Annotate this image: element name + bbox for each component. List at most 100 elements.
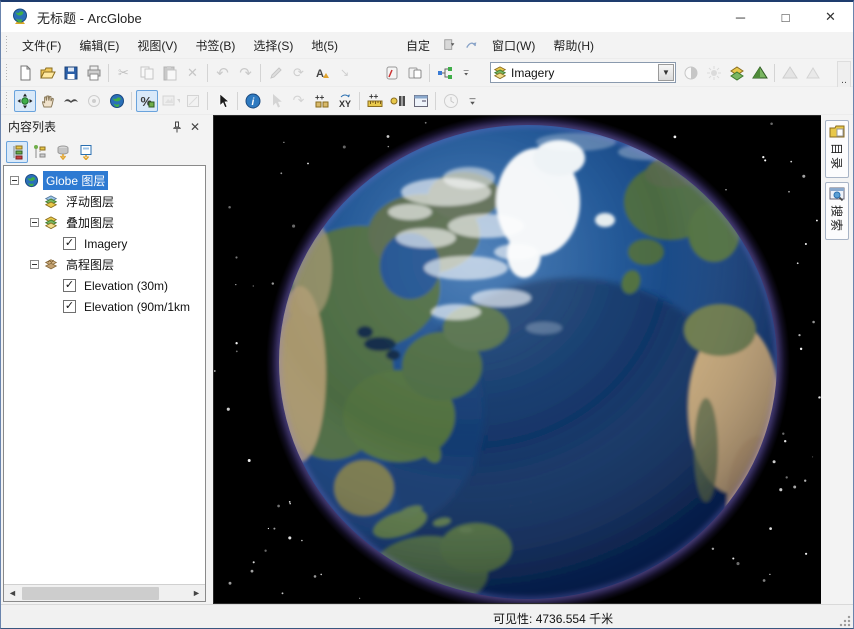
scrollbar-track[interactable] — [160, 585, 188, 601]
toc-header: 内容列表 ✕ — [1, 115, 208, 138]
layer-icon — [491, 66, 509, 80]
scroll-left-icon[interactable]: ◄ — [4, 585, 21, 601]
topology-button[interactable] — [381, 62, 403, 84]
list-by-selection-button[interactable] — [75, 141, 97, 163]
undo-button: ↶ — [212, 62, 234, 84]
tab-catalog[interactable]: 目录 — [825, 120, 849, 178]
brightness-button — [703, 62, 725, 84]
tools-overflow-button[interactable] — [463, 90, 485, 112]
combo-dropdown-icon[interactable]: ▼ — [658, 64, 674, 81]
topology-edit-button[interactable] — [404, 62, 426, 84]
toc-horizontal-scrollbar[interactable]: ◄ ► — [4, 584, 205, 601]
tree-row[interactable]: ✓ Elevation (90m/1km — [4, 296, 205, 317]
window-controls: ─□✕ — [718, 2, 853, 32]
copy-button — [136, 62, 158, 84]
modelbuilder-button[interactable] — [434, 62, 456, 84]
menu-bookmarks[interactable]: 书签(B) — [186, 33, 244, 58]
select-features-button[interactable] — [212, 90, 234, 112]
viewer-window-button[interactable] — [410, 90, 432, 112]
orbit-button — [83, 90, 105, 112]
tree-row[interactable]: Globe 图层 — [4, 170, 205, 191]
tree-label: Elevation (90m/1km — [81, 299, 193, 315]
pan-button[interactable] — [37, 90, 59, 112]
redo-button: ↷ — [235, 62, 257, 84]
base-heights-button — [779, 62, 801, 84]
menu-geoprocessing[interactable]: 地(5) — [302, 33, 347, 58]
dock-tab-strip: 目录搜索 — [821, 115, 853, 604]
menu-file[interactable]: 文件(F) — [13, 33, 70, 58]
title-bar: 无标题 - ArcGlobe ─□✕ — [1, 2, 853, 32]
menu-window[interactable]: 窗口(W) — [483, 33, 544, 58]
close-panel-icon[interactable]: ✕ — [186, 118, 204, 136]
toolbar-separator — [429, 64, 430, 82]
svg-text:i: i — [251, 97, 254, 108]
imagery-combobox[interactable]: Imagery▼ — [490, 62, 676, 83]
navigate-button[interactable] — [14, 90, 36, 112]
imagery-combobox-value: Imagery — [509, 66, 658, 80]
zoom-target-button[interactable]: % — [136, 90, 158, 112]
new-button[interactable] — [14, 62, 36, 84]
create-viewer-button[interactable]: ++ — [311, 90, 333, 112]
toolbar-separator — [108, 64, 109, 82]
maximize-button[interactable]: □ — [763, 2, 808, 32]
list-by-visibility-button[interactable] — [52, 141, 74, 163]
tree-row[interactable]: ✓Elevation (30m) — [4, 275, 205, 296]
layer-tree: Globe 图层浮动图层叠加图层✓Imagery高程图层✓Elevation (… — [4, 166, 205, 584]
list-by-source-button[interactable]: : — [29, 141, 51, 163]
menu-selection[interactable]: 选择(S) — [244, 33, 302, 58]
pin-icon[interactable] — [168, 118, 186, 136]
open-button[interactable] — [37, 62, 59, 84]
layer-checkbox[interactable]: ✓ — [63, 237, 76, 250]
goto-xy-button[interactable]: XY — [334, 90, 356, 112]
menu-customize[interactable]: 自定 — [397, 33, 439, 58]
layer-checkbox[interactable]: ✓ — [63, 279, 76, 292]
editor-overflow-button[interactable] — [457, 62, 479, 84]
tree-row[interactable]: 叠加图层 — [4, 212, 205, 233]
tree-expander-icon[interactable] — [10, 176, 19, 185]
layer-checkbox[interactable]: ✓ — [63, 300, 76, 313]
toolbar-separator — [260, 64, 261, 82]
globe-viewport[interactable] — [213, 115, 823, 604]
toolbar-separator — [131, 92, 132, 110]
standard-toolbar-grip[interactable] — [4, 64, 9, 82]
globe-layer-button[interactable] — [749, 62, 771, 84]
menubar-grip[interactable] — [4, 36, 9, 54]
tree-row[interactable]: ✓Imagery — [4, 233, 205, 254]
measure-button[interactable]: ++ — [364, 90, 386, 112]
annotation-tool-button[interactable]: A — [311, 62, 333, 84]
menu-help[interactable]: 帮助(H) — [544, 33, 603, 58]
html-popup-button[interactable] — [387, 90, 409, 112]
svg-text:XY: XY — [339, 99, 351, 109]
curve-arrow-icon[interactable] — [463, 36, 481, 54]
tools-toolbar-grip[interactable] — [4, 92, 9, 110]
layersdraped-icon — [43, 216, 59, 230]
toolbar-separator — [435, 92, 436, 110]
tree-row[interactable]: 浮动图层 — [4, 191, 205, 212]
scroll-right-icon[interactable]: ► — [188, 585, 205, 601]
full-extent-button[interactable] — [106, 90, 128, 112]
layersfloat-icon — [43, 195, 59, 209]
fly-button[interactable] — [60, 90, 82, 112]
save-button[interactable] — [60, 62, 82, 84]
na-extent-button — [182, 90, 204, 112]
menu-edit[interactable]: 编辑(E) — [70, 33, 128, 58]
identify-button[interactable]: i — [242, 90, 264, 112]
paste-drop-icon[interactable] — [441, 36, 459, 54]
scrollbar-thumb[interactable] — [22, 587, 159, 600]
close-button[interactable]: ✕ — [808, 2, 853, 32]
tree-expander-icon[interactable] — [30, 260, 39, 269]
tree-label: 叠加图层 — [63, 213, 117, 232]
menu-view[interactable]: 视图(V) — [128, 33, 186, 58]
tree-row[interactable]: 高程图层 — [4, 254, 205, 275]
sketch-tool-button — [265, 62, 287, 84]
tree-expander-icon[interactable] — [30, 218, 39, 227]
svg-text:A: A — [316, 68, 324, 80]
minimize-button[interactable]: ─ — [718, 2, 763, 32]
print-button[interactable] — [83, 62, 105, 84]
earth-globe — [214, 116, 822, 603]
toolbar-gap — [479, 72, 487, 73]
resize-grip[interactable] — [839, 615, 851, 627]
list-by-drawing-order-button[interactable] — [6, 141, 28, 163]
tab-search[interactable]: 搜索 — [825, 182, 849, 240]
swipe-layer-button[interactable] — [726, 62, 748, 84]
